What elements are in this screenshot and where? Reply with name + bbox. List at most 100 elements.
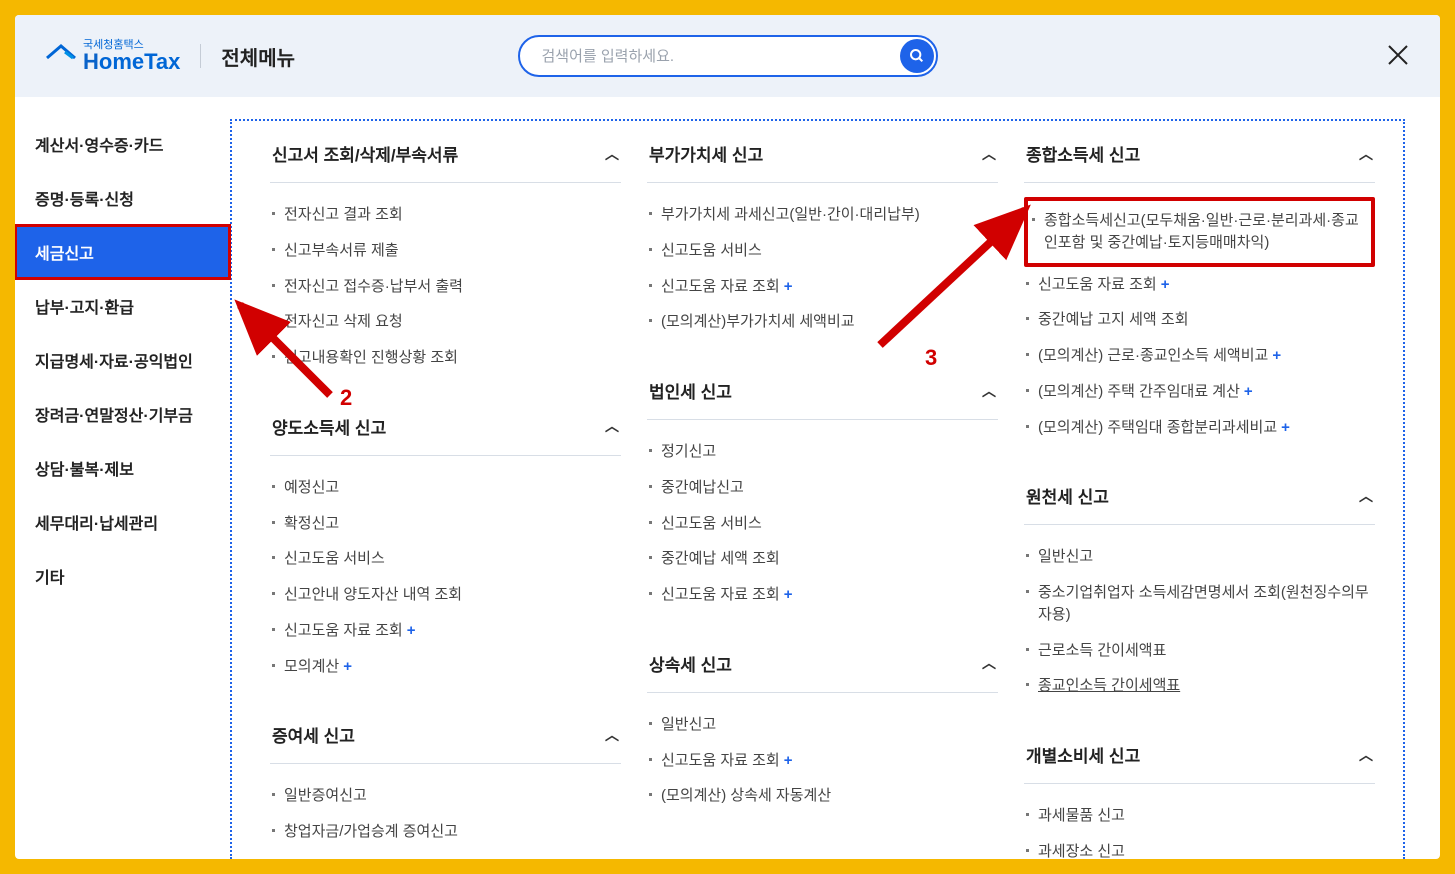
- list-item[interactable]: 일반신고: [647, 707, 998, 743]
- list-item[interactable]: 신고부속서류 제출: [270, 233, 621, 269]
- list-item[interactable]: 신고안내 양도자산 내역 조회: [270, 577, 621, 613]
- list-item[interactable]: 신고도움 서비스: [647, 233, 998, 269]
- sidebar-item-certificate[interactable]: 증명·등록·신청: [15, 171, 230, 225]
- chevron-up-icon: ︿: [605, 144, 619, 164]
- house-icon: [45, 44, 77, 68]
- list-item[interactable]: 과세장소 신고: [1024, 834, 1375, 859]
- chevron-up-icon: ︿: [605, 416, 619, 436]
- plus-icon: +: [1244, 383, 1253, 400]
- plus-icon: +: [1161, 276, 1170, 293]
- plus-icon: +: [407, 622, 416, 639]
- group-corp-tax: 법인세 신고 ︿ 정기신고 중간예납신고 신고도움 서비스 중간예납 세액 조회…: [647, 358, 998, 613]
- list-item[interactable]: 정기신고: [647, 434, 998, 470]
- group-header[interactable]: 양도소득세 신고 ︿: [270, 394, 621, 456]
- group-header[interactable]: 종합소득세 신고 ︿: [1024, 121, 1375, 183]
- chevron-up-icon: ︿: [1359, 745, 1373, 765]
- chevron-up-icon: ︿: [982, 653, 996, 673]
- sidebar: 계산서·영수증·카드 증명·등록·신청 세금신고 납부·고지·환급 지급명세·자…: [15, 97, 230, 859]
- logo-eng-text: HomeTax: [83, 51, 180, 73]
- list-item[interactable]: 종교인소득 간이세액표: [1024, 668, 1375, 704]
- list-item[interactable]: 일반증여신고: [270, 778, 621, 814]
- search-button[interactable]: [900, 39, 934, 73]
- plus-icon: +: [784, 752, 793, 769]
- group-header[interactable]: 부가가치세 신고 ︿: [647, 121, 998, 183]
- column-2: 부가가치세 신고 ︿ 부가가치세 과세신고(일반·간이·대리납부) 신고도움 서…: [647, 121, 998, 859]
- list-item[interactable]: 과세물품 신고: [1024, 798, 1375, 834]
- group-gift-tax: 증여세 신고 ︿ 일반증여신고 창업자금/가업승계 증여신고 신고도움 자료 조…: [270, 702, 621, 859]
- list-item[interactable]: 확정신고: [270, 506, 621, 542]
- app-header: 국세청홈택스 HomeTax 전체메뉴: [15, 15, 1440, 97]
- sidebar-item-proxy[interactable]: 세무대리·납세관리: [15, 495, 230, 549]
- chevron-up-icon: ︿: [605, 725, 619, 745]
- group-header[interactable]: 상속세 신고 ︿: [647, 631, 998, 693]
- main-content: 신고서 조회/삭제/부속서류 ︿ 전자신고 결과 조회 신고부속서류 제출 전자…: [230, 119, 1405, 859]
- group-global-income-tax: 종합소득세 신고 ︿ 종합소득세신고(모두채움·일반·근로·분리과세·종교인포함…: [1024, 121, 1375, 445]
- list-item[interactable]: 일반신고: [1024, 539, 1375, 575]
- group-report-lookup: 신고서 조회/삭제/부속서류 ︿ 전자신고 결과 조회 신고부속서류 제출 전자…: [270, 121, 621, 376]
- group-header[interactable]: 원천세 신고 ︿: [1024, 463, 1375, 525]
- group-vat: 부가가치세 신고 ︿ 부가가치세 과세신고(일반·간이·대리납부) 신고도움 서…: [647, 121, 998, 340]
- chevron-up-icon: ︿: [1359, 486, 1373, 506]
- group-inherit-tax: 상속세 신고 ︿ 일반신고 신고도움 자료 조회+ (모의계산) 상속세 자동계…: [647, 631, 998, 814]
- plus-icon: +: [1272, 347, 1281, 364]
- sidebar-item-payment[interactable]: 납부·고지·환급: [15, 279, 230, 333]
- list-item[interactable]: 신고도움 자료 조회+: [1024, 267, 1375, 303]
- list-item[interactable]: 신고도움 자료 조회+: [647, 577, 998, 613]
- divider: [200, 44, 201, 68]
- list-item[interactable]: 전자신고 결과 조회: [270, 197, 621, 233]
- column-3: 종합소득세 신고 ︿ 종합소득세신고(모두채움·일반·근로·분리과세·종교인포함…: [1024, 121, 1375, 859]
- list-item[interactable]: 중소기업취업자 소득세감면명세서 조회(원천징수의무자용): [1024, 575, 1375, 633]
- list-item[interactable]: 신고도움 서비스: [270, 541, 621, 577]
- list-item[interactable]: 창업자금/가업승계 증여신고: [270, 814, 621, 850]
- column-1: 신고서 조회/삭제/부속서류 ︿ 전자신고 결과 조회 신고부속서류 제출 전자…: [270, 121, 621, 859]
- chevron-up-icon: ︿: [1359, 144, 1373, 164]
- chevron-up-icon: ︿: [982, 381, 996, 401]
- sidebar-item-statement[interactable]: 지급명세·자료·공익법인: [15, 333, 230, 387]
- plus-icon: +: [784, 586, 793, 603]
- list-item[interactable]: 신고도움 자료 조회+: [647, 269, 998, 305]
- search-input[interactable]: [518, 35, 938, 77]
- list-item[interactable]: 부가가치세 과세신고(일반·간이·대리납부): [647, 197, 998, 233]
- list-item[interactable]: 예정신고: [270, 470, 621, 506]
- page-title: 전체메뉴: [221, 42, 295, 71]
- group-header[interactable]: 증여세 신고 ︿: [270, 702, 621, 764]
- sidebar-item-invoice[interactable]: 계산서·영수증·카드: [15, 117, 230, 171]
- highlight-comprehensive-income: 종합소득세신고(모두채움·일반·근로·분리과세·종교인포함 및 중간예납·토지등…: [1024, 197, 1375, 267]
- logo[interactable]: 국세청홈택스 HomeTax: [45, 40, 180, 73]
- chevron-up-icon: ︿: [982, 144, 996, 164]
- search-container: [518, 35, 938, 77]
- list-item[interactable]: (모의계산) 근로·종교인소득 세액비교+: [1024, 338, 1375, 374]
- list-item[interactable]: 근로소득 간이세액표: [1024, 633, 1375, 669]
- group-header[interactable]: 개별소비세 신고 ︿: [1024, 722, 1375, 784]
- list-item-comprehensive-income[interactable]: 종합소득세신고(모두채움·일반·근로·분리과세·종교인포함 및 중간예납·토지등…: [1030, 203, 1369, 261]
- close-button[interactable]: [1384, 43, 1412, 71]
- plus-icon: +: [784, 278, 793, 295]
- list-item[interactable]: 신고도움 서비스: [647, 506, 998, 542]
- search-icon: [909, 48, 925, 64]
- list-item[interactable]: 전자신고 삭제 요청: [270, 304, 621, 340]
- list-item[interactable]: 신고도움 자료 조회+: [647, 743, 998, 779]
- group-header[interactable]: 신고서 조회/삭제/부속서류 ︿: [270, 121, 621, 183]
- group-header[interactable]: 법인세 신고 ︿: [647, 358, 998, 420]
- list-item[interactable]: 신고도움 자료 조회+: [270, 613, 621, 649]
- sidebar-item-tax-report[interactable]: 세금신고: [15, 225, 230, 279]
- list-item[interactable]: 전자신고 접수증·납부서 출력: [270, 269, 621, 305]
- sidebar-item-other[interactable]: 기타: [15, 549, 230, 603]
- list-item[interactable]: 중간예납신고: [647, 470, 998, 506]
- plus-icon: +: [1281, 419, 1290, 436]
- plus-icon: +: [343, 658, 352, 675]
- list-item[interactable]: (모의계산) 주택임대 종합분리과세비교+: [1024, 410, 1375, 446]
- sidebar-item-incentive[interactable]: 장려금·연말정산·기부금: [15, 387, 230, 441]
- sidebar-item-consult[interactable]: 상담·불복·제보: [15, 441, 230, 495]
- list-item[interactable]: 신고도움 자료 조회+: [270, 850, 621, 859]
- group-transfer-tax: 양도소득세 신고 ︿ 예정신고 확정신고 신고도움 서비스 신고안내 양도자산 …: [270, 394, 621, 685]
- list-item[interactable]: (모의계산) 상속세 자동계산: [647, 778, 998, 814]
- close-icon: [1386, 43, 1410, 67]
- list-item[interactable]: (모의계산) 주택 간주임대료 계산+: [1024, 374, 1375, 410]
- list-item[interactable]: 모의계산+: [270, 649, 621, 685]
- list-item[interactable]: 신고내용확인 진행상황 조회: [270, 340, 621, 376]
- list-item[interactable]: 중간예납 세액 조회: [647, 541, 998, 577]
- group-withholding-tax: 원천세 신고 ︿ 일반신고 중소기업취업자 소득세감면명세서 조회(원천징수의무…: [1024, 463, 1375, 704]
- list-item[interactable]: 중간예납 고지 세액 조회: [1024, 302, 1375, 338]
- list-item[interactable]: (모의계산)부가가치세 세액비교: [647, 304, 998, 340]
